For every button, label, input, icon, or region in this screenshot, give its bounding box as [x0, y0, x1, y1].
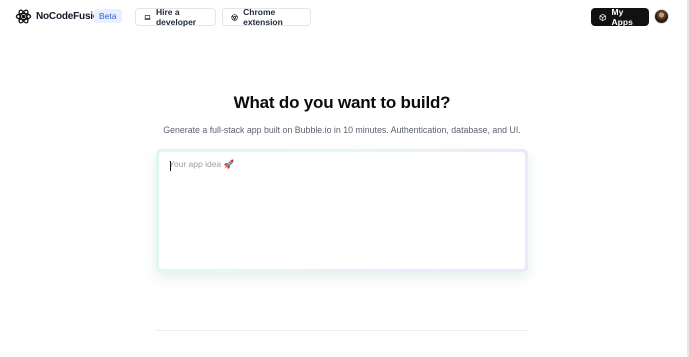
- app-idea-input[interactable]: [169, 159, 509, 264]
- top-nav: NoCodeFusion Beta Hire a developer Chrom…: [0, 0, 689, 34]
- chrome-icon: [231, 13, 238, 21]
- my-apps-button[interactable]: My Apps: [591, 7, 649, 27]
- user-avatar[interactable]: [654, 9, 669, 24]
- section-divider: [156, 330, 528, 331]
- chrome-extension-button[interactable]: Chrome extension: [222, 7, 311, 27]
- page-title: What do you want to build?: [233, 93, 451, 112]
- beta-badge: Beta: [94, 9, 122, 23]
- laptop-icon: [144, 14, 151, 20]
- atom-logo-icon[interactable]: [15, 8, 32, 25]
- my-apps-label: My Apps: [611, 7, 633, 27]
- hire-developer-button[interactable]: Hire a developer: [135, 7, 216, 27]
- text-cursor: [170, 161, 171, 171]
- page-subtitle: Generate a full-stack app built on Bubbl…: [163, 125, 521, 135]
- hire-developer-label: Hire a developer: [155, 7, 197, 27]
- box-icon: [599, 13, 606, 21]
- page: NoCodeFusion Beta Hire a developer Chrom…: [0, 0, 689, 357]
- prompt-container: [156, 149, 528, 272]
- prompt-box: [159, 152, 525, 269]
- chrome-extension-label: Chrome extension: [243, 7, 283, 27]
